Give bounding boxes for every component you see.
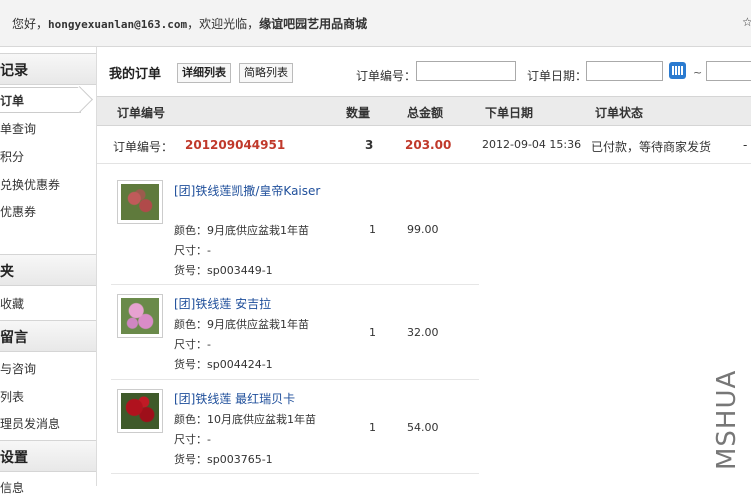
order-quantity: 3 bbox=[365, 138, 374, 152]
product-name-link[interactable]: [团]铁线莲 安吉拉 bbox=[174, 295, 271, 312]
section-title: 夹 bbox=[0, 264, 14, 280]
sidebar-item-coupons[interactable]: 优惠券 bbox=[0, 203, 36, 220]
column-header: 订单编号 bbox=[117, 106, 166, 120]
date-range-separator: ~ bbox=[693, 66, 703, 79]
product-color: 颜色：9月底供应盆栽1年苗 bbox=[174, 224, 309, 237]
product-price: 54.00 bbox=[407, 421, 439, 434]
sidebar-section-records: 记录 bbox=[0, 53, 96, 85]
product-quantity: 1 bbox=[369, 326, 376, 339]
topbar-right-text[interactable]: ☆ bbox=[742, 15, 751, 29]
product-thumbnail[interactable] bbox=[117, 294, 163, 338]
order-status: 已付款，等待商家发货 bbox=[591, 140, 712, 154]
watermark: MSHUA bbox=[712, 369, 742, 470]
column-header: 总金额 bbox=[407, 106, 444, 120]
greeting: 您好， bbox=[12, 17, 49, 31]
product-size: 尺寸：- bbox=[174, 338, 211, 351]
sidebar-section-favorites: 夹 bbox=[0, 254, 96, 286]
user-email: hongyexuanlan@163.com bbox=[48, 18, 188, 31]
product-thumbnail[interactable] bbox=[117, 180, 163, 224]
column-header: 订单状态 bbox=[595, 106, 644, 120]
tab-detail-list[interactable]: 详细列表 bbox=[177, 63, 231, 83]
product-price: 99.00 bbox=[407, 223, 439, 236]
active-arrow bbox=[66, 86, 93, 113]
order-number-label: 订单编号： bbox=[356, 69, 417, 83]
sidebar-item-info[interactable]: 信息 bbox=[0, 479, 24, 496]
page-title: 我的订单 bbox=[109, 67, 162, 82]
column-header: 数量 bbox=[346, 106, 371, 120]
order-total: 203.00 bbox=[405, 138, 452, 152]
column-header: 下单日期 bbox=[485, 106, 534, 120]
order-date-end-input[interactable] bbox=[706, 61, 751, 81]
order-date-start-input[interactable] bbox=[586, 61, 663, 81]
top-bar: 您好，hongyexuanlan@163.com，欢迎光临，缘谊吧园艺用品商城 … bbox=[0, 0, 751, 47]
product-item: [团]铁线莲凯撒/皇帝Kaiser 颜色：9月底供应盆栽1年苗 尺寸：- 货号：… bbox=[111, 168, 479, 285]
order-date: 2012-09-04 15:36 bbox=[482, 138, 582, 151]
product-sku: 货号：sp003449-1 bbox=[174, 264, 273, 277]
sidebar-section-settings: 设置 bbox=[0, 440, 96, 472]
orders-table-header: 订单编号 数量 总金额 下单日期 订单状态 bbox=[97, 96, 751, 126]
product-size: 尺寸：- bbox=[174, 433, 211, 446]
sidebar-item-inquiries[interactable]: 与咨询 bbox=[0, 360, 36, 377]
section-title: 设置 bbox=[0, 450, 28, 466]
calendar-icon[interactable] bbox=[669, 62, 686, 79]
product-name-link[interactable]: [团]铁线莲 最红瑞贝卡 bbox=[174, 390, 295, 407]
tab-brief-list[interactable]: 简略列表 bbox=[239, 63, 293, 83]
section-title: 记录 bbox=[0, 63, 28, 79]
sidebar-item-list[interactable]: 列表 bbox=[0, 388, 24, 405]
order-extra: - bbox=[743, 138, 748, 152]
main-content: 我的订单 详细列表 简略列表 订单编号： 订单日期： ~ 订单编号 数量 总金额… bbox=[97, 47, 751, 486]
product-price: 32.00 bbox=[407, 326, 439, 339]
sidebar-section-messages: 留言 bbox=[0, 320, 96, 352]
product-quantity: 1 bbox=[369, 421, 376, 434]
product-thumbnail[interactable] bbox=[117, 389, 163, 433]
sidebar: 记录 订单 单查询 积分 兑换优惠券 优惠券 夹 收藏 留言 与咨询 列表 理员… bbox=[0, 47, 97, 495]
sidebar-item-points[interactable]: 积分 bbox=[0, 148, 24, 165]
product-color: 颜色：9月底供应盆栽1年苗 bbox=[174, 318, 309, 331]
order-number-link[interactable]: 201209044951 bbox=[185, 138, 285, 152]
order-row: 订单编号： 201209044951 3 203.00 2012-09-04 1… bbox=[97, 125, 751, 164]
sidebar-item-favorites[interactable]: 收藏 bbox=[0, 295, 24, 312]
order-number-input[interactable] bbox=[416, 61, 516, 81]
welcome-label: ，欢迎光临， bbox=[187, 17, 260, 31]
product-sku: 货号：sp004424-1 bbox=[174, 358, 273, 371]
sidebar-item-orders[interactable]: 订单 bbox=[0, 86, 93, 113]
product-item: [团]铁线莲 安吉拉 颜色：9月底供应盆栽1年苗 尺寸：- 货号：sp00442… bbox=[111, 285, 479, 380]
sidebar-item-order-query[interactable]: 单查询 bbox=[0, 120, 36, 137]
product-name-link[interactable]: [团]铁线莲凯撒/皇帝Kaiser bbox=[174, 182, 320, 199]
product-item: [团]铁线莲 最红瑞贝卡 颜色：10月底供应盆栽1年苗 尺寸：- 货号：sp00… bbox=[111, 380, 479, 474]
sidebar-item-label: 订单 bbox=[0, 94, 25, 108]
product-quantity: 1 bbox=[369, 223, 376, 236]
welcome-text: 您好，hongyexuanlan@163.com，欢迎光临，缘谊吧园艺用品商城 bbox=[12, 15, 367, 32]
sidebar-item-message-admin[interactable]: 理员发消息 bbox=[0, 415, 60, 432]
section-title: 留言 bbox=[0, 330, 28, 346]
product-color: 颜色：10月底供应盆栽1年苗 bbox=[174, 413, 316, 426]
product-size: 尺寸：- bbox=[174, 244, 211, 257]
order-date-label: 订单日期： bbox=[527, 69, 588, 83]
product-sku: 货号：sp003765-1 bbox=[174, 453, 273, 466]
shop-name[interactable]: 缘谊吧园艺用品商城 bbox=[259, 17, 367, 31]
sidebar-item-redeem-coupon[interactable]: 兑换优惠券 bbox=[0, 176, 60, 193]
order-number-prefix: 订单编号： bbox=[113, 140, 174, 154]
